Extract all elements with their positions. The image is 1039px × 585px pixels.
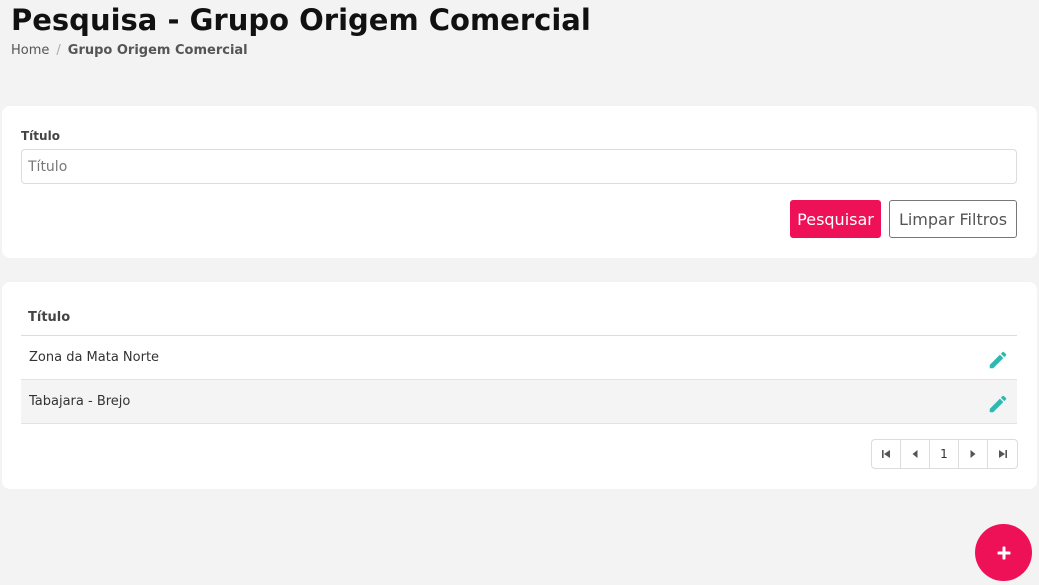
- search-button[interactable]: Pesquisar: [790, 200, 881, 238]
- last-page-icon[interactable]: [988, 440, 1017, 468]
- title-input[interactable]: [21, 149, 1017, 184]
- row-title: Zona da Mata Norte: [29, 350, 160, 365]
- filter-card: Título Pesquisar Limpar Filtros: [2, 106, 1037, 258]
- breadcrumb-current: Grupo Origem Comercial: [67, 43, 248, 58]
- page-number-button[interactable]: 1: [930, 440, 959, 468]
- row-title: Tabajara - Brejo: [29, 394, 131, 409]
- clear-filters-button[interactable]: Limpar Filtros: [889, 200, 1017, 238]
- pencil-icon[interactable]: [987, 346, 1009, 369]
- page-title: Pesquisa - Grupo Origem Comercial: [11, 3, 591, 37]
- add-button[interactable]: [975, 524, 1032, 581]
- previous-page-icon[interactable]: [901, 440, 930, 468]
- breadcrumb-separator: /: [56, 43, 61, 58]
- plus-icon: [997, 546, 1010, 559]
- breadcrumb: Home / Grupo Origem Comercial: [11, 43, 248, 58]
- next-page-icon[interactable]: [959, 440, 988, 468]
- pencil-icon[interactable]: [987, 390, 1009, 413]
- first-page-icon[interactable]: [872, 440, 901, 468]
- results-card: Título Zona da Mata Norte Tabajara - Bre…: [2, 282, 1037, 489]
- column-header-title[interactable]: Título: [21, 300, 1017, 336]
- table-row: Zona da Mata Norte: [21, 336, 1017, 380]
- title-field-label: Título: [21, 129, 60, 143]
- pagination: 1: [871, 439, 1018, 469]
- breadcrumb-home-link[interactable]: Home: [11, 43, 49, 58]
- results-table: Título Zona da Mata Norte Tabajara - Bre…: [21, 300, 1017, 424]
- table-row: Tabajara - Brejo: [21, 380, 1017, 424]
- pencil-icon-svg: [989, 395, 1007, 413]
- pencil-icon-svg: [989, 351, 1007, 369]
